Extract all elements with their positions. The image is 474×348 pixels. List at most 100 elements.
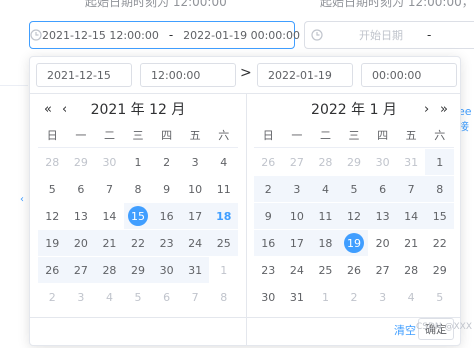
calendar-day-cell[interactable]: 31 bbox=[180, 257, 210, 283]
calendar-day-cell[interactable]: 11 bbox=[311, 203, 340, 229]
calendar-day-cell[interactable]: 10 bbox=[282, 203, 312, 229]
calendar-day-cell[interactable]: 26 bbox=[340, 257, 369, 283]
calendar-day-cell[interactable]: 29 bbox=[67, 149, 96, 175]
calendar-day-cell[interactable]: 3 bbox=[67, 284, 96, 310]
calendar-day-cell[interactable]: 1 bbox=[311, 284, 340, 310]
calendar-day-cell[interactable]: 28 bbox=[38, 149, 67, 175]
calendar-day-cell[interactable]: 2 bbox=[340, 284, 369, 310]
calendar-day-cell[interactable]: 13 bbox=[368, 203, 397, 229]
calendar-day-cell[interactable]: 28 bbox=[397, 257, 426, 283]
calendar-day-cell[interactable]: 4 bbox=[95, 284, 124, 310]
calendar-day-cell[interactable]: 2 bbox=[152, 149, 181, 175]
range-end-value[interactable]: 2022-01-19 00:00:00 bbox=[183, 29, 300, 42]
calendar-day-cell[interactable]: 3 bbox=[181, 149, 210, 175]
calendar-day-cell[interactable]: 2 bbox=[254, 176, 283, 202]
calendar-day-cell[interactable]: 23 bbox=[152, 230, 181, 256]
calendar-day-cell[interactable]: 13 bbox=[67, 203, 96, 229]
calendar-day-cell[interactable]: 1 bbox=[425, 149, 455, 175]
calendar-day-cell[interactable]: 8 bbox=[425, 176, 455, 202]
date-range-input[interactable]: 2021-12-15 12:00:00 - 2022-01-19 00:00:0… bbox=[29, 21, 317, 49]
calendar-day-cell[interactable]: 1 bbox=[209, 257, 238, 283]
calendar-day-cell[interactable]: 9 bbox=[152, 176, 181, 202]
calendar-day-cell[interactable]: 17 bbox=[282, 230, 312, 256]
calendar-day-cell[interactable]: 1 bbox=[124, 149, 153, 175]
calendar-day-cell[interactable]: 15 bbox=[425, 203, 455, 229]
calendar-day-cell[interactable]: 16 bbox=[254, 230, 283, 256]
calendar-day-cell[interactable]: 5 bbox=[38, 176, 67, 202]
calendar-day-cell[interactable]: 20 bbox=[66, 230, 96, 256]
calendar-day-cell[interactable]: 14 bbox=[95, 203, 124, 229]
calendar-day-cell[interactable]: 4 bbox=[209, 149, 238, 175]
calendar-day-cell[interactable]: 21 bbox=[95, 230, 124, 256]
next-month-icon[interactable]: › bbox=[424, 102, 429, 117]
calendar-day-cell[interactable]: 5 bbox=[339, 176, 369, 202]
calendar-day-cell[interactable]: 17 bbox=[180, 203, 210, 229]
calendar-day-cell[interactable]: 30 bbox=[152, 257, 181, 283]
calendar-day-cell[interactable]: 12 bbox=[339, 203, 369, 229]
calendar-day-cell[interactable]: 3 bbox=[368, 284, 397, 310]
calendar-day-cell[interactable]: 29 bbox=[340, 149, 369, 175]
calendar-day-cell[interactable]: 6 bbox=[368, 176, 397, 202]
calendar-day-cell[interactable]: 9 bbox=[254, 203, 283, 229]
clear-button[interactable]: 清空 bbox=[394, 322, 416, 338]
start-date-input[interactable]: 2021-12-15 bbox=[36, 63, 132, 87]
calendar-day-cell[interactable]: 31 bbox=[397, 149, 426, 175]
calendar-day-cell[interactable]: 10 bbox=[181, 176, 210, 202]
calendar-day-cell[interactable]: 27 bbox=[283, 149, 312, 175]
calendar-day-cell[interactable]: 4 bbox=[311, 176, 340, 202]
calendar-day-cell[interactable]: 14 bbox=[396, 203, 426, 229]
calendar-day-cell[interactable]: 21 bbox=[397, 230, 426, 256]
calendar-day-cell[interactable]: 7 bbox=[181, 284, 210, 310]
calendar-day-cell[interactable]: 29 bbox=[123, 257, 153, 283]
calendar-day-cell[interactable]: 7 bbox=[396, 176, 426, 202]
calendar-day-number: 14 bbox=[404, 209, 419, 223]
calendar-day-cell[interactable]: 18 bbox=[311, 230, 340, 256]
calendar-day-cell[interactable]: 12 bbox=[38, 203, 67, 229]
calendar-day-cell[interactable]: 15 bbox=[123, 203, 153, 229]
calendar-day-cell[interactable]: 25 bbox=[209, 230, 239, 256]
calendar-day-number: 26 bbox=[347, 263, 362, 277]
calendar-day-cell[interactable]: 30 bbox=[95, 149, 124, 175]
next-year-icon[interactable]: » bbox=[440, 102, 448, 117]
calendar-day-cell[interactable]: 27 bbox=[368, 257, 397, 283]
calendar-day-cell[interactable]: 5 bbox=[425, 284, 454, 310]
range-start-placeholder[interactable]: 开始日期 bbox=[359, 27, 403, 43]
calendar-day-cell[interactable]: 22 bbox=[123, 230, 153, 256]
calendar-day-cell[interactable]: 20 bbox=[368, 230, 397, 256]
calendar-day-cell[interactable]: 2 bbox=[38, 284, 67, 310]
calendar-day-cell[interactable]: 27 bbox=[66, 257, 96, 283]
calendar-day-cell[interactable]: 26 bbox=[254, 149, 283, 175]
calendar-day-cell[interactable]: 28 bbox=[95, 257, 124, 283]
calendar-day-cell[interactable]: 24 bbox=[283, 257, 312, 283]
calendar-right-title: 2022 年 1 月 bbox=[311, 102, 397, 118]
calendar-left-grid: 日一二三四五六 28 29 30 1 2 3 4 5 6 7 8 9 10 11 12 13 14 15 16 17 18… bbox=[38, 123, 239, 310]
calendar-day-cell[interactable]: 19 bbox=[339, 230, 369, 256]
calendar-day-cell[interactable]: 11 bbox=[209, 176, 238, 202]
calendar-day-cell[interactable]: 8 bbox=[209, 284, 238, 310]
calendar-day-cell[interactable]: 28 bbox=[311, 149, 340, 175]
range-start-value[interactable]: 2021-12-15 12:00:00 bbox=[42, 29, 159, 42]
calendar-day-cell[interactable]: 26 bbox=[38, 257, 67, 283]
calendar-day-cell[interactable]: 8 bbox=[124, 176, 153, 202]
calendar-day-cell[interactable]: 16 bbox=[152, 203, 181, 229]
calendar-day-cell[interactable]: 5 bbox=[124, 284, 153, 310]
calendar-day-cell[interactable]: 18 bbox=[209, 203, 239, 229]
date-range-input-second[interactable]: 开始日期 - bbox=[304, 21, 474, 49]
calendar-day-cell[interactable]: 6 bbox=[67, 176, 96, 202]
calendar-day-cell[interactable]: 4 bbox=[397, 284, 426, 310]
calendar-day-cell[interactable]: 24 bbox=[180, 230, 210, 256]
calendar-day-cell[interactable]: 23 bbox=[254, 257, 283, 283]
calendar-day-cell[interactable]: 3 bbox=[282, 176, 312, 202]
end-time-input[interactable]: 00:00:00 bbox=[361, 63, 457, 87]
calendar-day-cell[interactable]: 30 bbox=[368, 149, 397, 175]
calendar-day-cell[interactable]: 6 bbox=[152, 284, 181, 310]
calendar-day-cell[interactable]: 31 bbox=[283, 284, 312, 310]
calendar-day-cell[interactable]: 25 bbox=[311, 257, 340, 283]
calendar-day-cell[interactable]: 7 bbox=[95, 176, 124, 202]
calendar-day-cell[interactable]: 22 bbox=[425, 230, 454, 256]
calendar-day-cell[interactable]: 19 bbox=[38, 230, 67, 256]
calendar-day-cell[interactable]: 29 bbox=[425, 257, 454, 283]
start-time-input[interactable]: 12:00:00 bbox=[140, 63, 236, 87]
end-date-input[interactable]: 2022-01-19 bbox=[257, 63, 353, 87]
calendar-day-cell[interactable]: 30 bbox=[254, 284, 283, 310]
